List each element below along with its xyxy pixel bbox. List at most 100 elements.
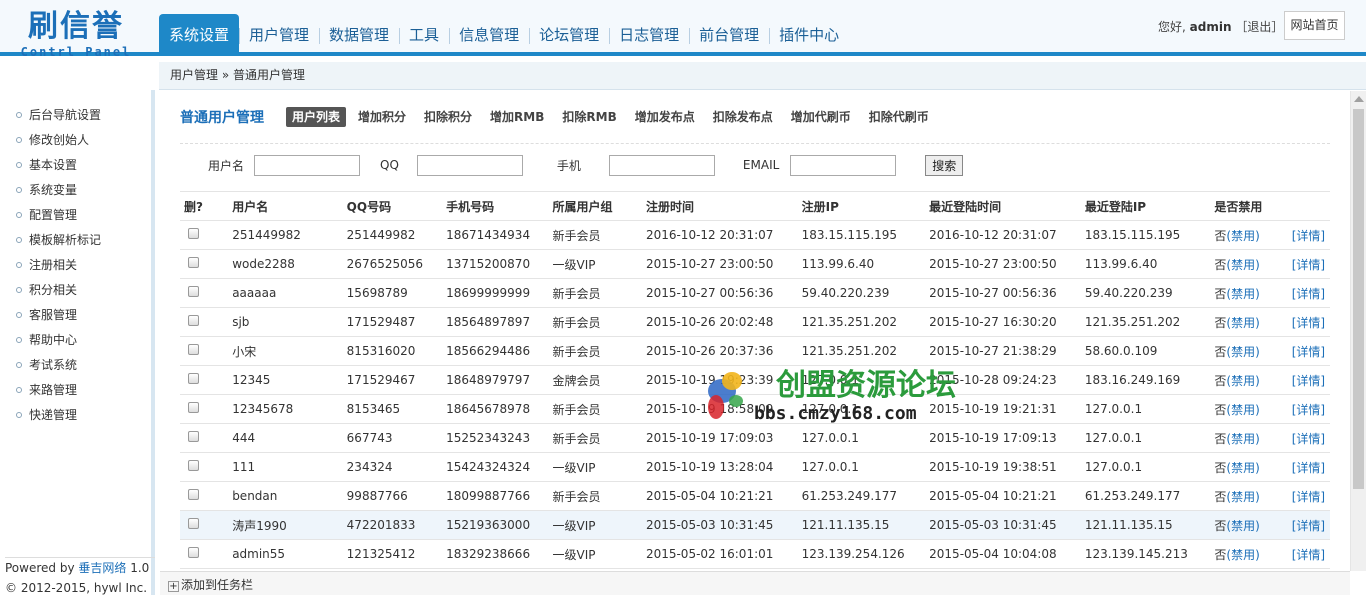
ban-link[interactable]: (禁用) <box>1226 548 1259 562</box>
nav-system-settings[interactable]: 系统设置 <box>159 14 240 52</box>
scroll-up-icon[interactable] <box>1354 96 1364 102</box>
ban-link[interactable]: (禁用) <box>1226 432 1259 446</box>
sidebar-item[interactable]: 配置管理 <box>16 205 77 225</box>
detail-link[interactable]: [详情] <box>1292 316 1325 330</box>
delete-cell <box>180 307 225 337</box>
detail-link[interactable]: [详情] <box>1292 403 1325 417</box>
detail-link[interactable]: [详情] <box>1292 519 1325 533</box>
brand-link[interactable]: 垂吉网络 <box>78 561 126 575</box>
delete-checkbox[interactable] <box>188 402 199 413</box>
tab-7[interactable]: 增加代刷币 <box>791 107 851 127</box>
sidebar-item[interactable]: 基本设置 <box>16 155 77 175</box>
detail-link[interactable]: [详情] <box>1292 432 1325 446</box>
nav-tools[interactable]: 工具 <box>399 14 449 52</box>
sidebar-item[interactable]: 注册相关 <box>16 255 77 275</box>
table-header: 删? 用户名 QQ号码 手机号码 所属用户组 注册时间 注册IP 最近登陆时间 最近登陆IP 是否… <box>180 191 1330 221</box>
ban-link[interactable]: (禁用) <box>1226 316 1259 330</box>
delete-checkbox[interactable] <box>188 373 199 384</box>
ban-link[interactable]: (禁用) <box>1226 258 1259 272</box>
table-cell: 一级VIP <box>544 510 638 540</box>
sidebar-item[interactable]: 修改创始人 <box>16 130 89 150</box>
detail-cell: [详情] <box>1283 452 1330 482</box>
table-cell: 2015-10-19 18:58:09 <box>637 394 794 424</box>
scroll-thumb[interactable] <box>1353 109 1364 489</box>
nav-data-management[interactable]: 数据管理 <box>319 14 399 52</box>
sidebar-item[interactable]: 帮助中心 <box>16 330 77 350</box>
table-cell: 183.15.115.195 <box>793 220 922 250</box>
phone-input[interactable] <box>608 154 715 176</box>
sidebar-item[interactable]: 考试系统 <box>16 355 77 375</box>
delete-cell <box>180 278 225 308</box>
site-home-button[interactable]: 网站首页 <box>1284 11 1345 40</box>
table-cell: 2015-05-03 10:31:45 <box>921 510 1077 540</box>
nav-info-management[interactable]: 信息管理 <box>449 14 529 52</box>
username-input[interactable] <box>254 154 361 176</box>
detail-link[interactable]: [详情] <box>1292 345 1325 359</box>
status-text: 否 <box>1214 431 1227 446</box>
detail-link[interactable]: [详情] <box>1292 461 1325 475</box>
status-text: 否 <box>1214 315 1227 330</box>
nav-forum-management[interactable]: 论坛管理 <box>529 14 609 52</box>
column-header: 删? <box>180 191 225 221</box>
delete-checkbox[interactable] <box>188 344 199 355</box>
delete-checkbox[interactable] <box>188 315 199 326</box>
status-cell: 否(禁用) <box>1206 249 1284 279</box>
ban-link[interactable]: (禁用) <box>1226 519 1259 533</box>
delete-checkbox[interactable] <box>188 257 199 268</box>
ban-link[interactable]: (禁用) <box>1226 461 1259 475</box>
sidebar-item[interactable]: 系统变量 <box>16 180 77 200</box>
nav-frontend-management[interactable]: 前台管理 <box>689 14 769 52</box>
table-cell: 121.11.135.15 <box>1076 510 1207 540</box>
ban-link[interactable]: (禁用) <box>1226 229 1259 243</box>
tab-6[interactable]: 扣除发布点 <box>713 107 773 127</box>
tab-2[interactable]: 扣除积分 <box>424 107 472 127</box>
delete-checkbox[interactable] <box>188 431 199 442</box>
detail-link[interactable]: [详情] <box>1292 229 1325 243</box>
delete-checkbox[interactable] <box>188 286 199 297</box>
tab-1[interactable]: 增加积分 <box>358 107 406 127</box>
column-header: 是否禁用 <box>1206 191 1284 221</box>
detail-link[interactable]: [详情] <box>1292 490 1325 504</box>
delete-cell <box>180 452 225 482</box>
tab-4[interactable]: 扣除RMB <box>562 107 616 127</box>
delete-checkbox[interactable] <box>188 228 199 239</box>
email-input[interactable] <box>790 154 897 176</box>
tab-0[interactable]: 用户列表 <box>286 107 347 127</box>
detail-link[interactable]: [详情] <box>1292 374 1325 388</box>
sidebar-item[interactable]: 积分相关 <box>16 280 77 300</box>
delete-checkbox[interactable] <box>188 489 199 500</box>
detail-link[interactable]: [详情] <box>1292 548 1325 562</box>
scrollbar[interactable] <box>1350 91 1366 571</box>
detail-link[interactable]: [详情] <box>1292 258 1325 272</box>
table-cell: 一级VIP <box>544 539 638 569</box>
delete-checkbox[interactable] <box>188 547 199 558</box>
table-cell: 2015-10-27 23:00:50 <box>637 249 794 279</box>
detail-link[interactable]: [详情] <box>1292 287 1325 301</box>
nav-user-management[interactable]: 用户管理 <box>239 14 319 52</box>
delete-checkbox[interactable] <box>188 460 199 471</box>
logout-link[interactable]: ［退出］ <box>1235 20 1283 34</box>
nav-plugin-center[interactable]: 插件中心 <box>769 14 849 52</box>
tab-3[interactable]: 增加RMB <box>490 107 544 127</box>
ban-link[interactable]: (禁用) <box>1226 490 1259 504</box>
sidebar-item[interactable]: 后台导航设置 <box>16 105 101 125</box>
table-cell: 61.253.249.177 <box>1076 481 1207 511</box>
table-cell: 12345 <box>224 365 339 395</box>
ban-link[interactable]: (禁用) <box>1226 403 1259 417</box>
nav-log-management[interactable]: 日志管理 <box>609 14 689 52</box>
ban-link[interactable]: (禁用) <box>1226 374 1259 388</box>
delete-checkbox[interactable] <box>188 518 199 529</box>
ban-link[interactable]: (禁用) <box>1226 345 1259 359</box>
tab-8[interactable]: 扣除代刷币 <box>869 107 929 127</box>
sidebar-item[interactable]: 模板解析标记 <box>16 230 101 250</box>
table-cell: 18671434934 <box>438 220 545 250</box>
tab-5[interactable]: 增加发布点 <box>635 107 695 127</box>
add-to-taskbar[interactable]: + 添加到任务栏 <box>168 576 253 593</box>
ban-link[interactable]: (禁用) <box>1226 287 1259 301</box>
qq-input[interactable] <box>416 154 523 176</box>
sidebar-item[interactable]: 快递管理 <box>16 405 77 425</box>
sidebar-item[interactable]: 来路管理 <box>16 380 77 400</box>
email-label: EMAIL <box>742 158 780 172</box>
search-button[interactable]: 搜索 <box>925 154 964 176</box>
sidebar-item[interactable]: 客服管理 <box>16 305 77 325</box>
